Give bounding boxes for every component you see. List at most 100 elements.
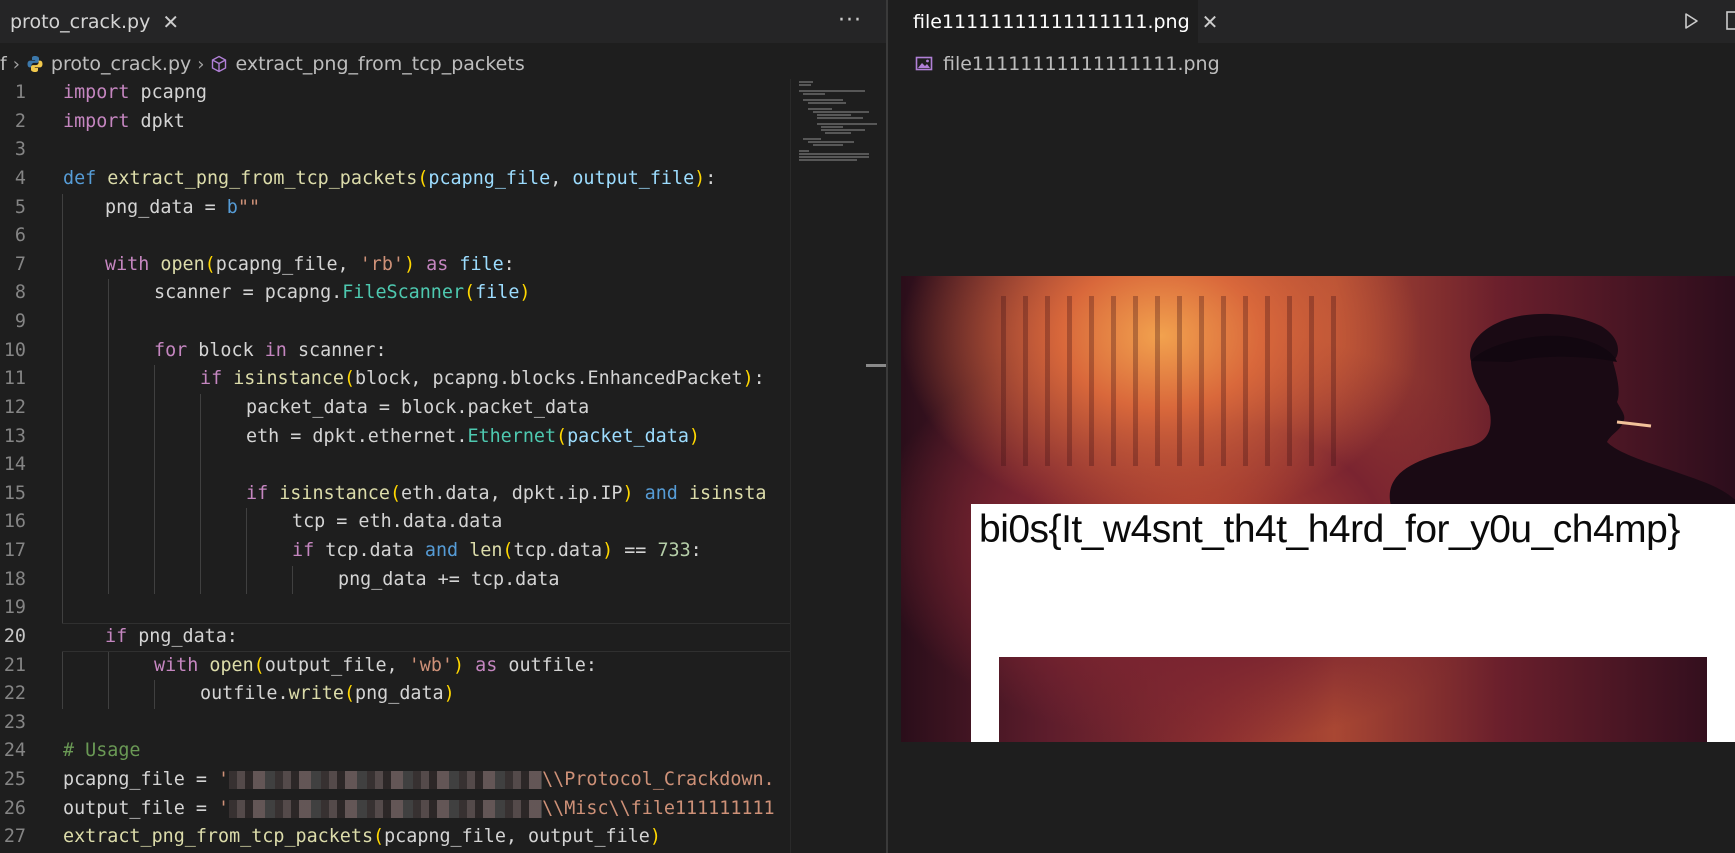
- bracket: ): [622, 482, 634, 504]
- line-number: 14: [3, 454, 26, 476]
- variable: file: [475, 282, 520, 304]
- string: \\Protocol_Crackdown.: [542, 769, 775, 790]
- function-name: len: [469, 540, 503, 561]
- code-text: scanner = pcapng.: [154, 282, 343, 304]
- comment: # Usage: [63, 740, 141, 762]
- code-text: png_data += tcp.data: [338, 568, 560, 590]
- code-line: 18 png_data += tcp.data: [0, 565, 790, 595]
- bracket: (: [253, 654, 265, 676]
- code-text: tcp.data: [314, 540, 425, 561]
- code-line: 2 import dpkt: [0, 108, 790, 137]
- line-number: 18: [3, 568, 26, 590]
- variable: file: [459, 253, 504, 275]
- string: 'wb': [408, 654, 453, 676]
- bracket: (: [556, 425, 568, 447]
- code-line: 9: [0, 308, 790, 337]
- line-number: 15: [3, 482, 26, 504]
- bracket: (: [389, 482, 402, 504]
- tab-proto-crack-py[interactable]: proto_crack.py ✕: [0, 0, 179, 43]
- keyword: b: [226, 196, 238, 218]
- close-icon[interactable]: ✕: [162, 10, 179, 34]
- code-text: pcapng: [129, 82, 207, 103]
- line-number: 17: [3, 540, 26, 561]
- function-name: open: [160, 253, 205, 275]
- code-text: ==: [613, 540, 658, 561]
- line-number: 1: [14, 82, 26, 103]
- line-number: 6: [14, 225, 26, 247]
- code-text: pcapng_file,: [215, 253, 360, 275]
- keyword: if: [200, 368, 223, 390]
- code-line: 21 with open(output_file, 'wb') as outfil…: [0, 651, 790, 681]
- chevron-right-icon: ›: [12, 53, 20, 75]
- keyword: if: [105, 625, 128, 647]
- code-text: png_data: [105, 196, 194, 218]
- code-line: 5 png_data = b"": [0, 193, 790, 223]
- function-name: open: [209, 654, 254, 676]
- code-line: 1 import pcapng: [0, 79, 790, 108]
- number: 733: [657, 540, 691, 561]
- breadcrumb-root[interactable]: f: [0, 53, 7, 75]
- bracket: ): [519, 282, 531, 304]
- keyword: def: [63, 167, 97, 189]
- line-number: 16: [3, 511, 26, 533]
- split-editor-icon[interactable]: [1726, 11, 1735, 31]
- minimap[interactable]: [790, 79, 886, 853]
- play-icon[interactable]: [1683, 10, 1699, 32]
- code-line: 11 if isinstance(block, pcapng.blocks.Enh…: [0, 365, 790, 394]
- code-line: 17 if tcp.data and len(tcp.data) == 733:: [0, 537, 790, 566]
- image-preview: bi0s{It_w4snt_th4t_h4rd_for_y0u_ch4mp}: [901, 276, 1735, 742]
- banner-edges: [971, 657, 1735, 742]
- editor-tab-bar: proto_crack.py ✕ ···: [0, 0, 886, 43]
- line-number: 20: [3, 625, 26, 647]
- more-actions-icon[interactable]: ···: [838, 8, 862, 33]
- code-text: scanner:: [286, 339, 387, 361]
- code-line: 26 output_file = ' \\Misc\\file111111111: [0, 795, 790, 824]
- string: ': [218, 797, 230, 819]
- code-line: 7 with open(pcapng_file, 'rb') as file:: [0, 250, 790, 280]
- close-icon[interactable]: ✕: [1202, 10, 1219, 34]
- line-number: 22: [3, 683, 26, 705]
- breadcrumb-file[interactable]: proto_crack.py: [51, 53, 191, 75]
- tab-label: proto_crack.py: [10, 10, 151, 33]
- bracket: (: [417, 167, 429, 189]
- code-text: eth.data, dpkt.ip.IP: [401, 482, 623, 504]
- code-text: :: [503, 253, 515, 275]
- line-number: 8: [14, 282, 26, 304]
- redacted-path: [229, 771, 543, 789]
- line-number: 27: [3, 826, 26, 848]
- code-line: 16 tcp = eth.data.data: [0, 508, 790, 537]
- redacted-path: [229, 799, 543, 818]
- code-area[interactable]: 1 import pcapng 2 import dpkt 3 4 def extra…: [0, 79, 790, 852]
- line-number: 4: [14, 167, 26, 189]
- tab-label: file11111111111111111.png: [913, 10, 1190, 33]
- line-number: 5: [14, 196, 26, 218]
- code-line: 15 if isinstance(eth.data, dpkt.ip.IP) an…: [0, 479, 790, 509]
- breadcrumb-symbol[interactable]: extract_png_from_tcp_packets: [235, 53, 524, 75]
- bracket: (: [502, 540, 514, 561]
- code-text: dpkt: [129, 110, 185, 132]
- image-file-icon: [915, 56, 933, 71]
- image-preview-pane: file11111111111111111.png ✕ file11111111…: [888, 0, 1735, 853]
- tab-image-file[interactable]: file11111111111111111.png ✕: [888, 0, 1218, 43]
- line-number: 12: [3, 396, 26, 418]
- flag-banner: bi0s{It_w4snt_th4t_h4rd_for_y0u_ch4mp}: [971, 504, 1735, 657]
- line-number: 26: [3, 797, 26, 819]
- code-line: 14: [0, 451, 790, 480]
- code-text: png_data: [355, 683, 444, 705]
- bracket: (: [343, 368, 356, 390]
- breadcrumb-file[interactable]: file11111111111111111.png: [943, 53, 1220, 75]
- code-line: 24 # Usage: [0, 737, 790, 766]
- code-text: output_file,: [264, 654, 409, 676]
- flag-text: bi0s{It_w4snt_th4t_h4rd_for_y0u_ch4mp}: [979, 508, 1680, 551]
- keyword: and: [644, 482, 678, 504]
- code-text: =: [193, 196, 227, 218]
- editor-tab-bar: file11111111111111111.png ✕: [888, 0, 1735, 43]
- keyword: import: [63, 110, 130, 132]
- code-line: 13 eth = dpkt.ethernet.Ethernet(packet_da…: [0, 422, 790, 452]
- keyword: and: [424, 540, 459, 561]
- line-number: 10: [3, 339, 26, 361]
- code-text: png_data:: [127, 625, 238, 647]
- code-text: pcapng_file =: [63, 769, 219, 790]
- keyword: in: [264, 339, 287, 361]
- line-number: 19: [3, 597, 26, 619]
